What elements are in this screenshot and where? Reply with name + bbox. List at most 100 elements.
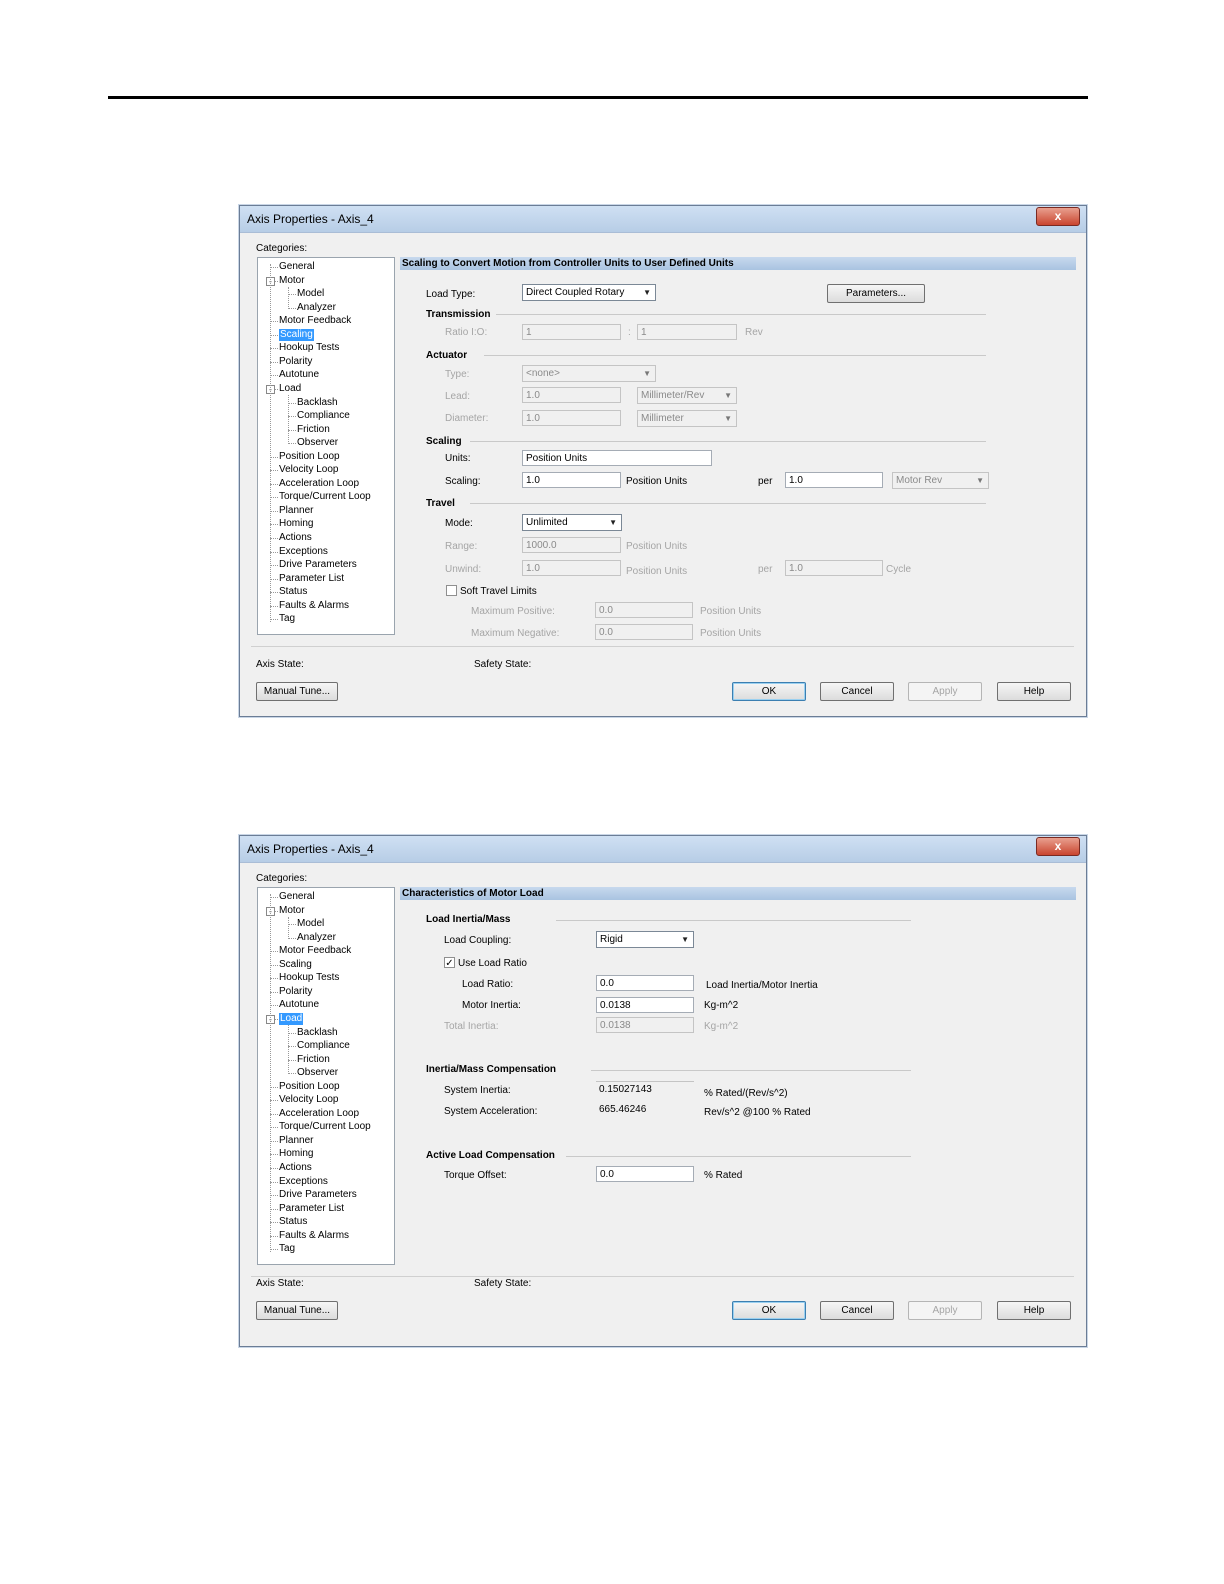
tree-item-backlash[interactable]: Backlash bbox=[297, 397, 338, 409]
tree-item-faults-alarms[interactable]: Faults & Alarms bbox=[279, 600, 349, 612]
units-field[interactable]: Position Units bbox=[522, 450, 712, 466]
load-coupling-select[interactable]: Rigid ▼ bbox=[596, 931, 694, 948]
diameter-unit-select[interactable]: Millimeter ▼ bbox=[637, 410, 737, 427]
tree-item-tag[interactable]: Tag bbox=[279, 613, 295, 625]
diameter-field[interactable]: 1.0 bbox=[522, 410, 621, 426]
max-negative-field[interactable]: 0.0 bbox=[595, 624, 693, 640]
tree-item-scaling[interactable]: Scaling bbox=[279, 959, 312, 971]
cancel-button[interactable]: Cancel bbox=[820, 1301, 894, 1320]
load-type-select[interactable]: Direct Coupled Rotary ▼ bbox=[522, 284, 656, 301]
tree-item-analyzer[interactable]: Analyzer bbox=[297, 302, 336, 314]
unwind-per-field[interactable]: 1.0 bbox=[785, 560, 883, 576]
tree-item-homing[interactable]: Homing bbox=[279, 1148, 313, 1160]
tree-item-hookup-tests[interactable]: Hookup Tests bbox=[279, 342, 339, 354]
tree-item-motor-feedback[interactable]: Motor Feedback bbox=[279, 315, 351, 327]
tree-item-velocity-loop[interactable]: Velocity Loop bbox=[279, 1094, 339, 1106]
tree-item-position-loop[interactable]: Position Loop bbox=[279, 451, 340, 463]
unwind-field[interactable]: 1.0 bbox=[522, 560, 621, 576]
tree-item-analyzer[interactable]: Analyzer bbox=[297, 932, 336, 944]
total-inertia-field[interactable]: 0.0138 bbox=[596, 1017, 694, 1033]
close-button[interactable]: x bbox=[1036, 837, 1080, 856]
manual-tune-button[interactable]: Manual Tune... bbox=[256, 1301, 338, 1320]
tree-item-general[interactable]: General bbox=[279, 261, 315, 273]
tree-item-observer[interactable]: Observer bbox=[297, 1067, 338, 1079]
tree-item-motor-feedback[interactable]: Motor Feedback bbox=[279, 945, 351, 957]
ratio-input-field[interactable]: 1 bbox=[522, 324, 621, 340]
load-ratio-field[interactable]: 0.0 bbox=[596, 975, 694, 991]
scaling-field[interactable]: 1.0 bbox=[522, 472, 621, 488]
category-tree[interactable]: General - Motor Model Analyzer Motor Feedback… bbox=[257, 257, 395, 635]
tree-item-polarity[interactable]: Polarity bbox=[279, 356, 312, 368]
close-button[interactable]: x bbox=[1036, 207, 1080, 226]
tree-item-torque-current-loop[interactable]: Torque/Current Loop bbox=[279, 491, 371, 503]
max-positive-unit: Position Units bbox=[700, 606, 762, 617]
footer-divider bbox=[251, 1276, 1074, 1277]
parameters-button[interactable]: Parameters... bbox=[827, 284, 925, 303]
actuator-type-select[interactable]: <none> ▼ bbox=[522, 365, 656, 382]
tree-item-scaling[interactable]: Scaling bbox=[279, 328, 314, 341]
tree-item-model[interactable]: Model bbox=[297, 288, 324, 300]
tree-item-load[interactable]: Load bbox=[279, 383, 301, 395]
ratio-output-field[interactable]: 1 bbox=[637, 324, 737, 340]
tree-item-faults-alarms[interactable]: Faults & Alarms bbox=[279, 1230, 349, 1242]
tree-item-acceleration-loop[interactable]: Acceleration Loop bbox=[279, 478, 359, 490]
max-positive-field[interactable]: 0.0 bbox=[595, 602, 693, 618]
tree-item-motor[interactable]: Motor bbox=[279, 275, 305, 287]
tree-item-polarity[interactable]: Polarity bbox=[279, 986, 312, 998]
title-bar[interactable]: Axis Properties - Axis_4 x bbox=[240, 206, 1086, 233]
use-load-ratio-checkbox[interactable]: ✓ bbox=[444, 957, 455, 969]
torque-offset-unit: % Rated bbox=[704, 1170, 743, 1181]
tree-item-exceptions[interactable]: Exceptions bbox=[279, 1176, 328, 1188]
tree-item-motor[interactable]: Motor bbox=[279, 905, 305, 917]
tree-item-autotune[interactable]: Autotune bbox=[279, 999, 319, 1011]
tree-item-load[interactable]: Load bbox=[279, 1012, 304, 1025]
tree-item-position-loop[interactable]: Position Loop bbox=[279, 1081, 340, 1093]
tree-item-autotune[interactable]: Autotune bbox=[279, 369, 319, 381]
tree-item-planner[interactable]: Planner bbox=[279, 505, 313, 517]
tree-item-drive-parameters[interactable]: Drive Parameters bbox=[279, 1189, 357, 1201]
torque-offset-field[interactable]: 0.0 bbox=[596, 1166, 694, 1182]
tree-item-model[interactable]: Model bbox=[297, 918, 324, 930]
tree-item-parameter-list[interactable]: Parameter List bbox=[279, 1203, 344, 1215]
tree-item-status[interactable]: Status bbox=[279, 586, 307, 598]
title-bar[interactable]: Axis Properties - Axis_4 x bbox=[240, 836, 1086, 863]
tree-item-friction[interactable]: Friction bbox=[297, 1054, 330, 1066]
tree-item-general[interactable]: General bbox=[279, 891, 315, 903]
tree-item-compliance[interactable]: Compliance bbox=[297, 410, 350, 422]
help-button[interactable]: Help bbox=[997, 1301, 1071, 1320]
tree-item-velocity-loop[interactable]: Velocity Loop bbox=[279, 464, 339, 476]
tree-item-homing[interactable]: Homing bbox=[279, 518, 313, 530]
mode-select[interactable]: Unlimited ▼ bbox=[522, 514, 622, 531]
lead-field[interactable]: 1.0 bbox=[522, 387, 621, 403]
apply-button[interactable]: Apply bbox=[908, 1301, 982, 1320]
tree-item-actions[interactable]: Actions bbox=[279, 532, 312, 544]
tree-item-observer[interactable]: Observer bbox=[297, 437, 338, 449]
motor-inertia-field[interactable]: 0.0138 bbox=[596, 997, 694, 1013]
tree-item-torque-current-loop[interactable]: Torque/Current Loop bbox=[279, 1121, 371, 1133]
tree-item-acceleration-loop[interactable]: Acceleration Loop bbox=[279, 1108, 359, 1120]
tree-item-tag[interactable]: Tag bbox=[279, 1243, 295, 1255]
help-button[interactable]: Help bbox=[997, 682, 1071, 701]
tree-item-actions[interactable]: Actions bbox=[279, 1162, 312, 1174]
per-unit-select[interactable]: Motor Rev ▼ bbox=[892, 472, 989, 489]
tree-item-parameter-list[interactable]: Parameter List bbox=[279, 573, 344, 585]
tree-item-backlash[interactable]: Backlash bbox=[297, 1027, 338, 1039]
tree-item-drive-parameters[interactable]: Drive Parameters bbox=[279, 559, 357, 571]
lead-unit-select[interactable]: Millimeter/Rev ▼ bbox=[637, 387, 737, 404]
tree-item-exceptions[interactable]: Exceptions bbox=[279, 546, 328, 558]
tree-item-status[interactable]: Status bbox=[279, 1216, 307, 1228]
category-tree[interactable]: General - Motor Model Analyzer Motor Feedback… bbox=[257, 887, 395, 1265]
ok-button[interactable]: OK bbox=[732, 682, 806, 701]
ok-button[interactable]: OK bbox=[732, 1301, 806, 1320]
tree-item-hookup-tests[interactable]: Hookup Tests bbox=[279, 972, 339, 984]
apply-button[interactable]: Apply bbox=[908, 682, 982, 701]
range-field[interactable]: 1000.0 bbox=[522, 537, 621, 553]
tree-item-compliance[interactable]: Compliance bbox=[297, 1040, 350, 1052]
cancel-button[interactable]: Cancel bbox=[820, 682, 894, 701]
per-field[interactable]: 1.0 bbox=[785, 472, 883, 488]
soft-travel-limits-checkbox[interactable] bbox=[446, 585, 457, 596]
manual-tune-button[interactable]: Manual Tune... bbox=[256, 682, 338, 701]
tree-item-friction[interactable]: Friction bbox=[297, 424, 330, 436]
page-top-rule bbox=[108, 96, 1088, 99]
tree-item-planner[interactable]: Planner bbox=[279, 1135, 313, 1147]
